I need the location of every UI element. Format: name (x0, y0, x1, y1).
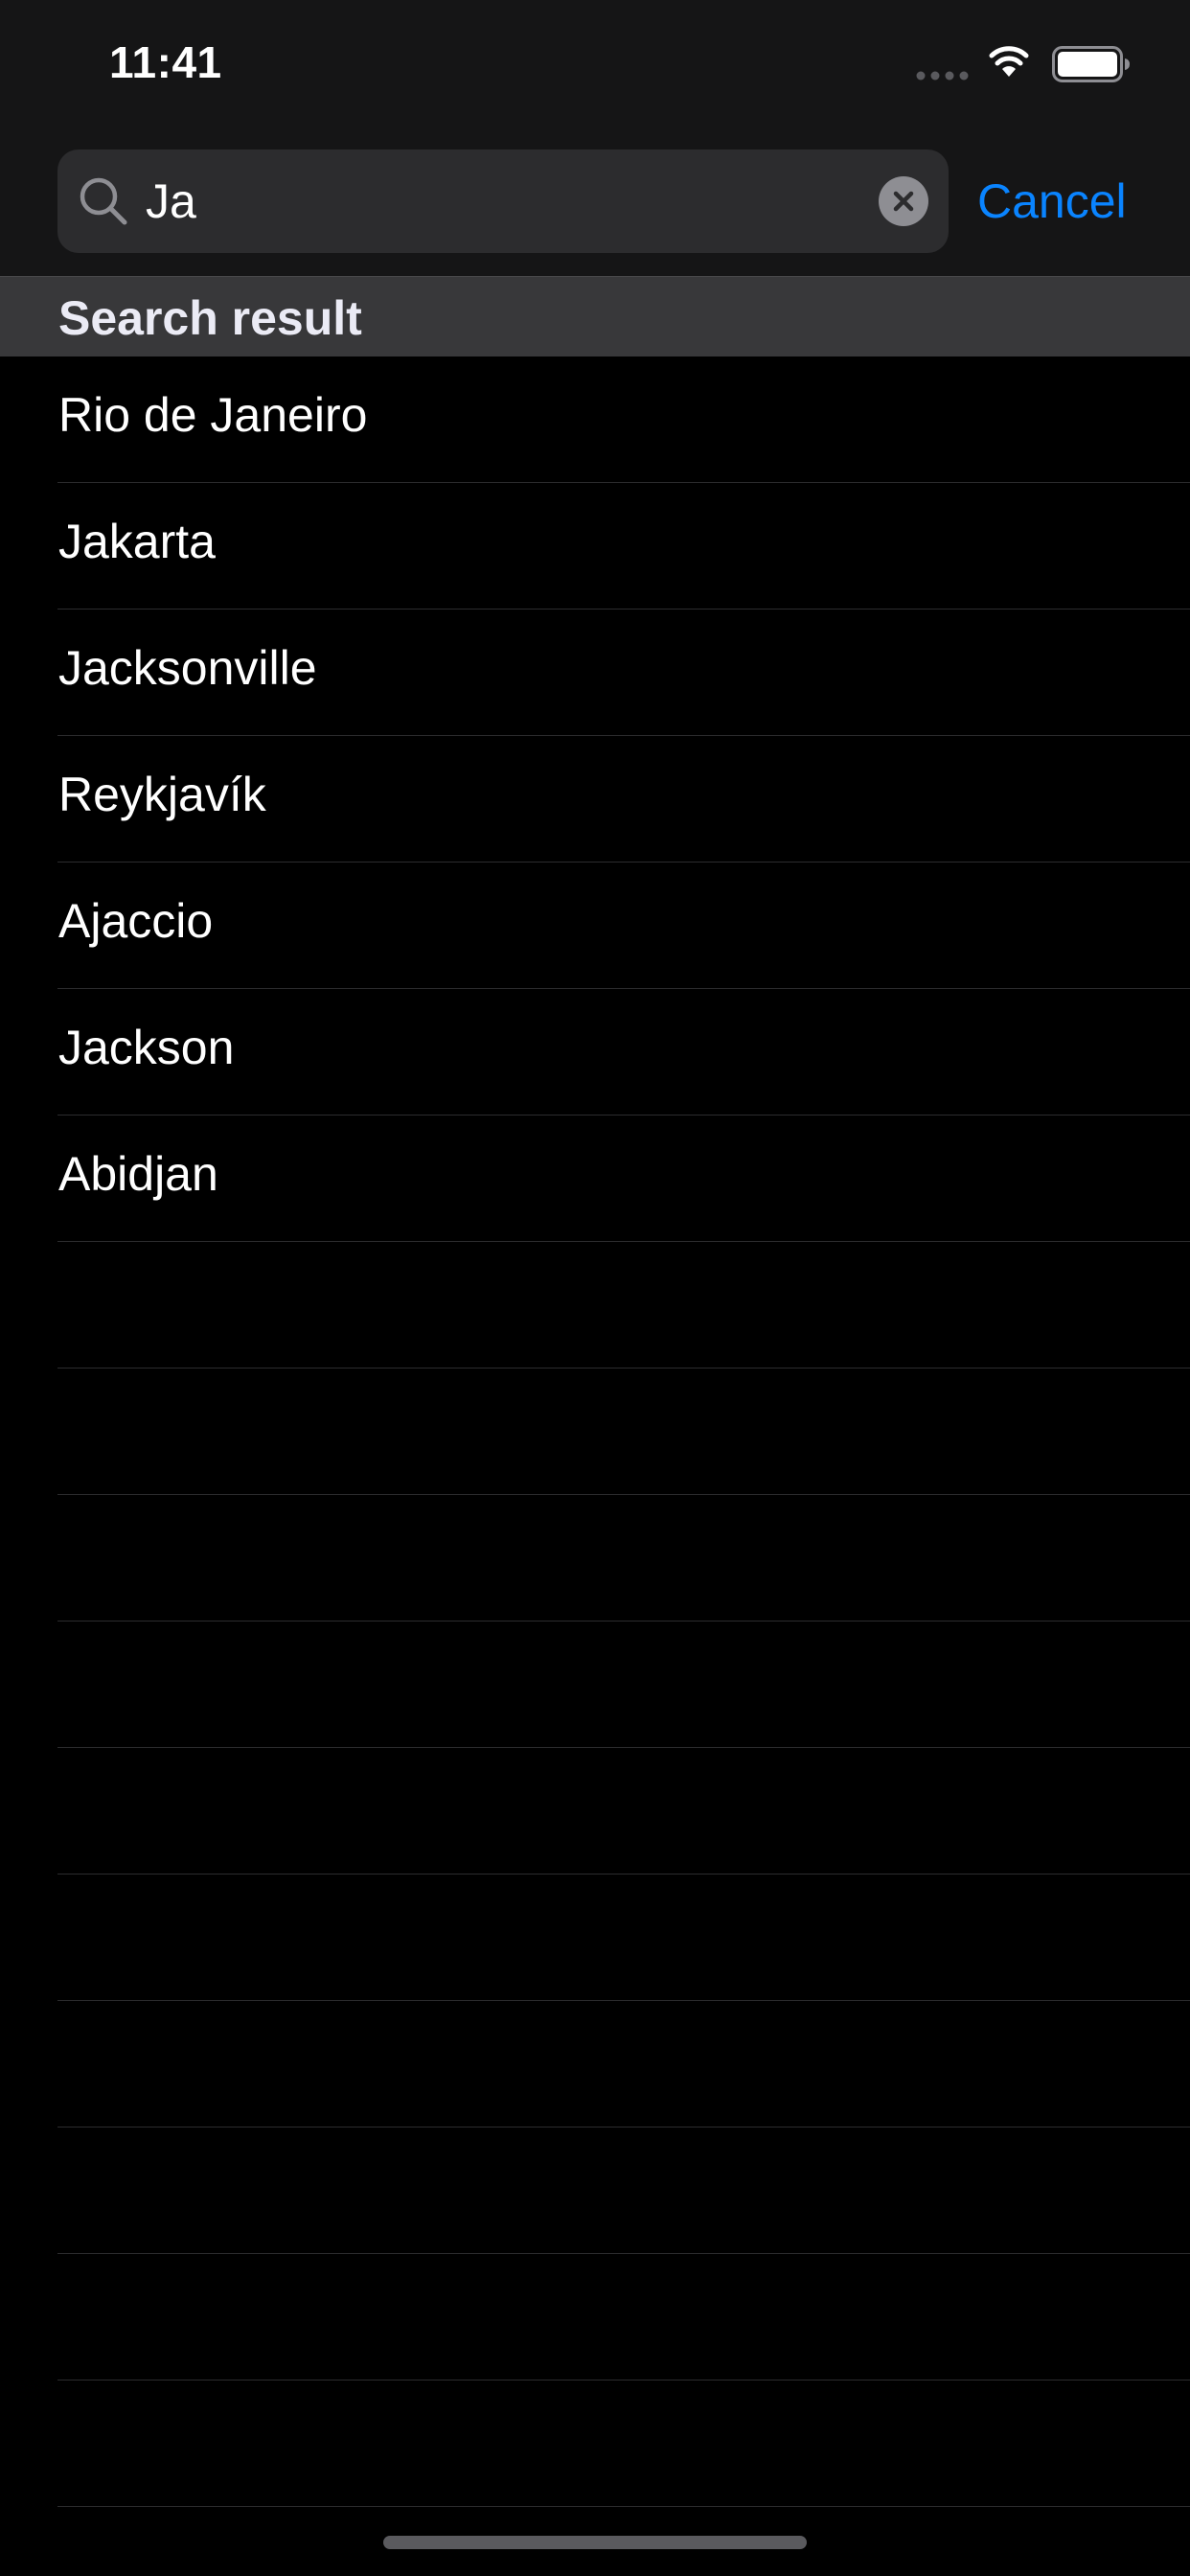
section-header: Search result (0, 276, 1190, 356)
home-indicator[interactable] (383, 2536, 807, 2549)
navigation-area: 11:41 Cancel (0, 0, 1190, 276)
empty-row (0, 2380, 1190, 2507)
wifi-icon (989, 46, 1029, 77)
empty-row (0, 1242, 1190, 1368)
empty-row (0, 2254, 1190, 2380)
section-header-title: Search result (58, 291, 362, 345)
result-row[interactable]: Ajaccio (0, 862, 1190, 989)
empty-row (0, 2001, 1190, 2128)
status-time: 11:41 (109, 37, 222, 87)
signal-dots-icon (916, 71, 969, 80)
result-label: Jacksonville (58, 641, 317, 695)
cancel-button[interactable]: Cancel (968, 161, 1136, 242)
clear-search-icon[interactable] (879, 176, 928, 226)
result-label: Reykjavík (58, 768, 266, 821)
result-label: Rio de Janeiro (58, 388, 368, 442)
empty-row (0, 1368, 1190, 1495)
result-row[interactable]: Jakarta (0, 483, 1190, 610)
result-label: Abidjan (58, 1147, 218, 1201)
result-row[interactable]: Jackson (0, 989, 1190, 1116)
empty-row (0, 1874, 1190, 2001)
empty-rows (0, 1242, 1190, 2507)
empty-row (0, 1622, 1190, 1748)
empty-row (0, 2128, 1190, 2254)
result-label: Jakarta (58, 515, 216, 568)
result-label: Ajaccio (58, 894, 214, 948)
result-row[interactable]: Jacksonville (0, 610, 1190, 736)
result-row[interactable]: Reykjavík (0, 736, 1190, 862)
search-field[interactable] (57, 150, 949, 253)
result-label: Jackson (58, 1021, 235, 1074)
battery-icon (1052, 46, 1130, 82)
result-row[interactable]: Rio de Janeiro (0, 356, 1190, 483)
search-icon (80, 177, 127, 225)
search-input[interactable] (146, 150, 835, 253)
result-row[interactable]: Abidjan (0, 1116, 1190, 1242)
empty-row (0, 1495, 1190, 1622)
search-results-list: Rio de Janeiro Jakarta Jacksonville Reyk… (0, 356, 1190, 1242)
empty-row (0, 1748, 1190, 1874)
